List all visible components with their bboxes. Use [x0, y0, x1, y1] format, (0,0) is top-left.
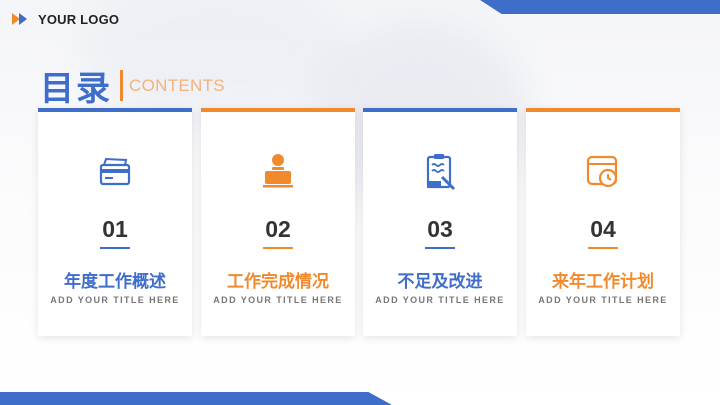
card-subtitle: ADD YOUR TITLE HERE [375, 295, 505, 305]
card-label: 年度工作概述 [64, 272, 166, 292]
logo-text: YOUR LOGO [38, 11, 120, 27]
number-underline [100, 247, 130, 249]
toc-card-4[interactable]: 04 来年工作计划 ADD YOUR TITLE HERE [526, 108, 680, 336]
number-underline [588, 247, 618, 249]
card-top-line [201, 108, 355, 112]
clipboard-edit-icon [418, 150, 462, 194]
card-top-line [526, 108, 680, 112]
title-divider [120, 70, 123, 101]
calendar-clock-icon [581, 150, 625, 194]
number-underline [263, 247, 293, 249]
top-accent-bar [480, 0, 720, 14]
logo: YOUR LOGO [12, 10, 119, 28]
card-top-line [363, 108, 517, 112]
card-subtitle: ADD YOUR TITLE HERE [50, 295, 180, 305]
number-underline [425, 247, 455, 249]
card-top-line [38, 108, 192, 112]
logo-chevron-icon [12, 10, 30, 28]
toc-card-3[interactable]: 03 不足及改进 ADD YOUR TITLE HERE [363, 108, 517, 336]
title-main: 目录 [40, 69, 112, 109]
card-subtitle: ADD YOUR TITLE HERE [213, 295, 343, 305]
card-number: 01 [102, 216, 128, 242]
card-subtitle: ADD YOUR TITLE HERE [538, 295, 668, 305]
card-label: 来年工作计划 [552, 272, 654, 292]
card-number: 03 [427, 216, 453, 242]
page-title: 目录 CONTENTS [40, 61, 225, 110]
card-label: 工作完成情况 [227, 272, 329, 292]
toc-card-1[interactable]: 01 年度工作概述 ADD YOUR TITLE HERE [38, 108, 192, 336]
bottom-accent-bar [0, 392, 392, 405]
user-at-desk-icon [256, 150, 300, 194]
card-label: 不足及改进 [397, 272, 483, 292]
credit-card-icon [93, 150, 137, 194]
toc-card-2[interactable]: 02 工作完成情况 ADD YOUR TITLE HERE [201, 108, 355, 336]
card-number: 04 [590, 216, 616, 242]
card-number: 02 [265, 216, 291, 242]
title-subtitle: CONTENTS [129, 75, 225, 95]
